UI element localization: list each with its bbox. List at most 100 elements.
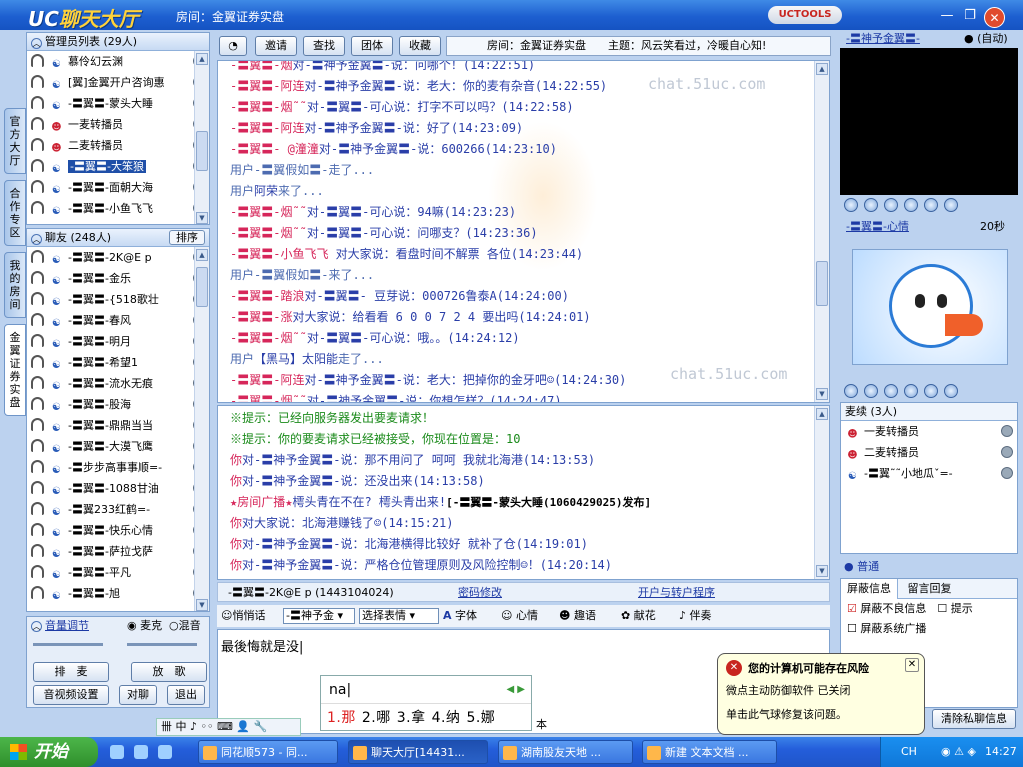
admin-item[interactable]: ☯ -〓翼〓-蒙头大睡 — [27, 93, 209, 114]
friend-item[interactable]: ☯ -〓翼〓-旭 — [27, 583, 209, 604]
admin-item[interactable]: ☻ 一麦转播员 — [27, 114, 209, 135]
friend-item[interactable]: ☯ -〓翼〓-股海 — [27, 394, 209, 415]
open-account-link[interactable]: 开户与转户程序 — [638, 583, 715, 603]
room-icon[interactable]: ◔ — [219, 36, 247, 56]
uctools-button[interactable]: UCTOOLS — [768, 6, 842, 24]
tab-0[interactable]: 官方大厅 — [4, 108, 26, 174]
scroll-down-icon[interactable]: ▼ — [196, 599, 208, 611]
start-button[interactable]: 开始 — [0, 737, 98, 767]
mix-radio[interactable]: ○混音 — [169, 617, 201, 635]
shield-bad-option[interactable]: ☑ 屏蔽不良信息 ☐ 提示 — [847, 599, 1017, 619]
ime-candidate[interactable]: 4.纳 — [432, 710, 461, 726]
friend-item[interactable]: ☯ -〓翼〓-平凡 — [27, 562, 209, 583]
admin-scrollbar[interactable]: ▲ ▼ — [194, 51, 209, 224]
exit-button[interactable]: 退出 — [167, 685, 205, 705]
whisper-toggle[interactable]: ☺悄悄话 — [221, 605, 265, 627]
music-button[interactable]: ♪ 伴奏 — [679, 605, 712, 627]
friend-item[interactable]: ☯ -〓翼〓-大漠飞鹰 — [27, 436, 209, 457]
settings-icon[interactable] — [944, 198, 958, 212]
queue-item[interactable]: ☯ -〓翼˜˜小地瓜ˇ=- — [841, 463, 1017, 484]
queue-item[interactable]: ☻ 一麦转播员 — [841, 421, 1017, 442]
ql-icon-2[interactable] — [134, 745, 148, 759]
shield-broadcast-option[interactable]: ☐ 屏蔽系统广播 — [847, 619, 1017, 639]
private-chat[interactable]: ※提示：已经向服务器发出要麦请求！ ※提示：你的要麦请求已经被接受，你现在位置是：… — [217, 405, 830, 580]
camera-icon[interactable] — [864, 384, 878, 398]
friend-item[interactable]: ☯ -〓步步高事事顺=- — [27, 457, 209, 478]
taskbar-item[interactable]: 聊天大厅[14431... — [348, 740, 488, 764]
scroll-up-icon[interactable]: ▲ — [196, 249, 208, 261]
scroll-down-icon[interactable]: ▼ — [196, 212, 208, 224]
emote-select[interactable]: 选择表情 ▾ — [359, 608, 439, 624]
mic-radio[interactable]: ◉ 麦克 — [127, 617, 162, 635]
target-select[interactable]: -〓神予金 ▾ — [283, 608, 355, 624]
mic-slider[interactable] — [127, 643, 197, 646]
admin-item[interactable]: ☯ -〓翼〓-小鱼飞飞 — [27, 198, 209, 219]
scroll-thumb[interactable] — [196, 267, 208, 307]
tab-3[interactable]: 金翼证券实盘 — [4, 324, 26, 416]
photo-icon[interactable] — [904, 384, 918, 398]
ime-candidate[interactable]: 2.哪 — [362, 710, 391, 726]
settings-icon[interactable] — [944, 384, 958, 398]
friend-scrollbar[interactable]: ▲ ▼ — [194, 247, 209, 611]
close-icon[interactable]: ✕ — [905, 658, 919, 672]
scroll-thumb[interactable] — [196, 131, 208, 171]
speaker-slider[interactable] — [33, 643, 103, 646]
sort-button[interactable]: 排序 — [169, 230, 205, 245]
friend-list-header[interactable]: ︿ 聊友 (248人) 排序 — [27, 229, 209, 247]
admin-item[interactable]: ☯ 慕伶幻云渊 — [27, 51, 209, 72]
scroll-up-icon[interactable]: ▲ — [196, 53, 208, 65]
friend-item[interactable]: ☯ -〓翼〓-金乐 — [27, 268, 209, 289]
group-button[interactable]: 团体 — [351, 36, 393, 56]
security-balloon[interactable]: ✕ 您的计算机可能存在风险 微点主动防御软件 已关闭 单击此气球修复该问题。 ✕ — [717, 653, 925, 735]
tab-message-reply[interactable]: 留言回复 — [902, 579, 958, 599]
scroll-down-icon[interactable]: ▼ — [816, 565, 828, 577]
friend-item[interactable]: ☯ -〓翼〓-希望1 — [27, 352, 209, 373]
language-indicator[interactable]: CH — [901, 737, 917, 767]
find-button[interactable]: 查找 — [303, 36, 345, 56]
admin-item[interactable]: ☯ [翼]金翼开户咨询惠 — [27, 72, 209, 93]
ql-icon-1[interactable] — [110, 745, 124, 759]
friend-item[interactable]: ☯ -〓翼233红鹤=- — [27, 499, 209, 520]
friend-item[interactable]: ☯ -〓翼〓-{518歌壮 — [27, 289, 209, 310]
av-settings-button[interactable]: 音视频设置 — [33, 685, 109, 705]
chat-scrollbar[interactable]: ▲ ▼ — [814, 61, 829, 402]
tab-shield[interactable]: 屏蔽信息 — [841, 579, 898, 599]
public-chat[interactable]: -〓翼〓-烟对-〓神予金翼〓-说：问哪个！(14:22:51) -〓翼〓-阿连对-… — [217, 60, 830, 403]
record-icon[interactable] — [924, 384, 938, 398]
friend-item[interactable]: ☯ -〓翼〓-春风 — [27, 310, 209, 331]
friend-item[interactable]: ☯ -〓翼〓-2K@E p — [27, 247, 209, 268]
scroll-down-icon[interactable]: ▼ — [816, 388, 828, 400]
clear-private-button[interactable]: 清除私聊信息 — [932, 709, 1016, 729]
mic-icon[interactable] — [844, 384, 858, 398]
friend-item[interactable]: ☯ -〓翼〓-1088甘油 — [27, 478, 209, 499]
friend-item[interactable]: ☯ -〓翼〓-明月 — [27, 331, 209, 352]
play-song-button[interactable]: 放 歌 — [131, 662, 207, 682]
flower-button[interactable]: ✿ 献花 — [621, 605, 656, 627]
tray-icons[interactable]: ◉ ⚠ ◈ — [941, 737, 976, 767]
friend-item[interactable]: ☯ -〓翼〓-鼎鼎当当 — [27, 415, 209, 436]
screen-icon[interactable] — [884, 384, 898, 398]
photo-icon[interactable] — [904, 198, 918, 212]
scroll-up-icon[interactable]: ▲ — [816, 63, 828, 75]
close-icon[interactable]: ✕ — [984, 7, 1005, 28]
friend-item[interactable]: ☯ -〓翼〓-流水无痕 — [27, 373, 209, 394]
scroll-thumb[interactable] — [816, 261, 828, 306]
favorite-button[interactable]: 收藏 — [399, 36, 441, 56]
volume-link[interactable]: 音量调节 — [45, 619, 89, 632]
invite-button[interactable]: 邀请 — [255, 36, 297, 56]
ime-candidate[interactable]: 5.娜 — [466, 710, 495, 726]
admin-item[interactable]: ☯ -〓翼〓-面朝大海 — [27, 177, 209, 198]
font-button[interactable]: A 字体 — [443, 605, 477, 627]
admin-item[interactable]: ☯ -〓翼〓-大笨狼 — [27, 156, 209, 177]
taskbar-item[interactable]: 同花顺573 - 同... — [198, 740, 338, 764]
ql-icon-3[interactable] — [158, 745, 172, 759]
taskbar-item[interactable]: 新建 文本文档 ... — [642, 740, 777, 764]
restore-icon[interactable]: ❐ — [960, 7, 980, 25]
talk-button[interactable]: 对聊 — [119, 685, 157, 705]
admin-list-header[interactable]: ︿ 管理员列表 (29人) — [27, 33, 209, 51]
tab-2[interactable]: 我的房间 — [4, 252, 26, 318]
password-link[interactable]: 密码修改 — [458, 583, 502, 603]
tab-1[interactable]: 合作专区 — [4, 180, 26, 246]
record-icon[interactable] — [924, 198, 938, 212]
taskbar-item[interactable]: 湖南股友天地 ... — [498, 740, 633, 764]
